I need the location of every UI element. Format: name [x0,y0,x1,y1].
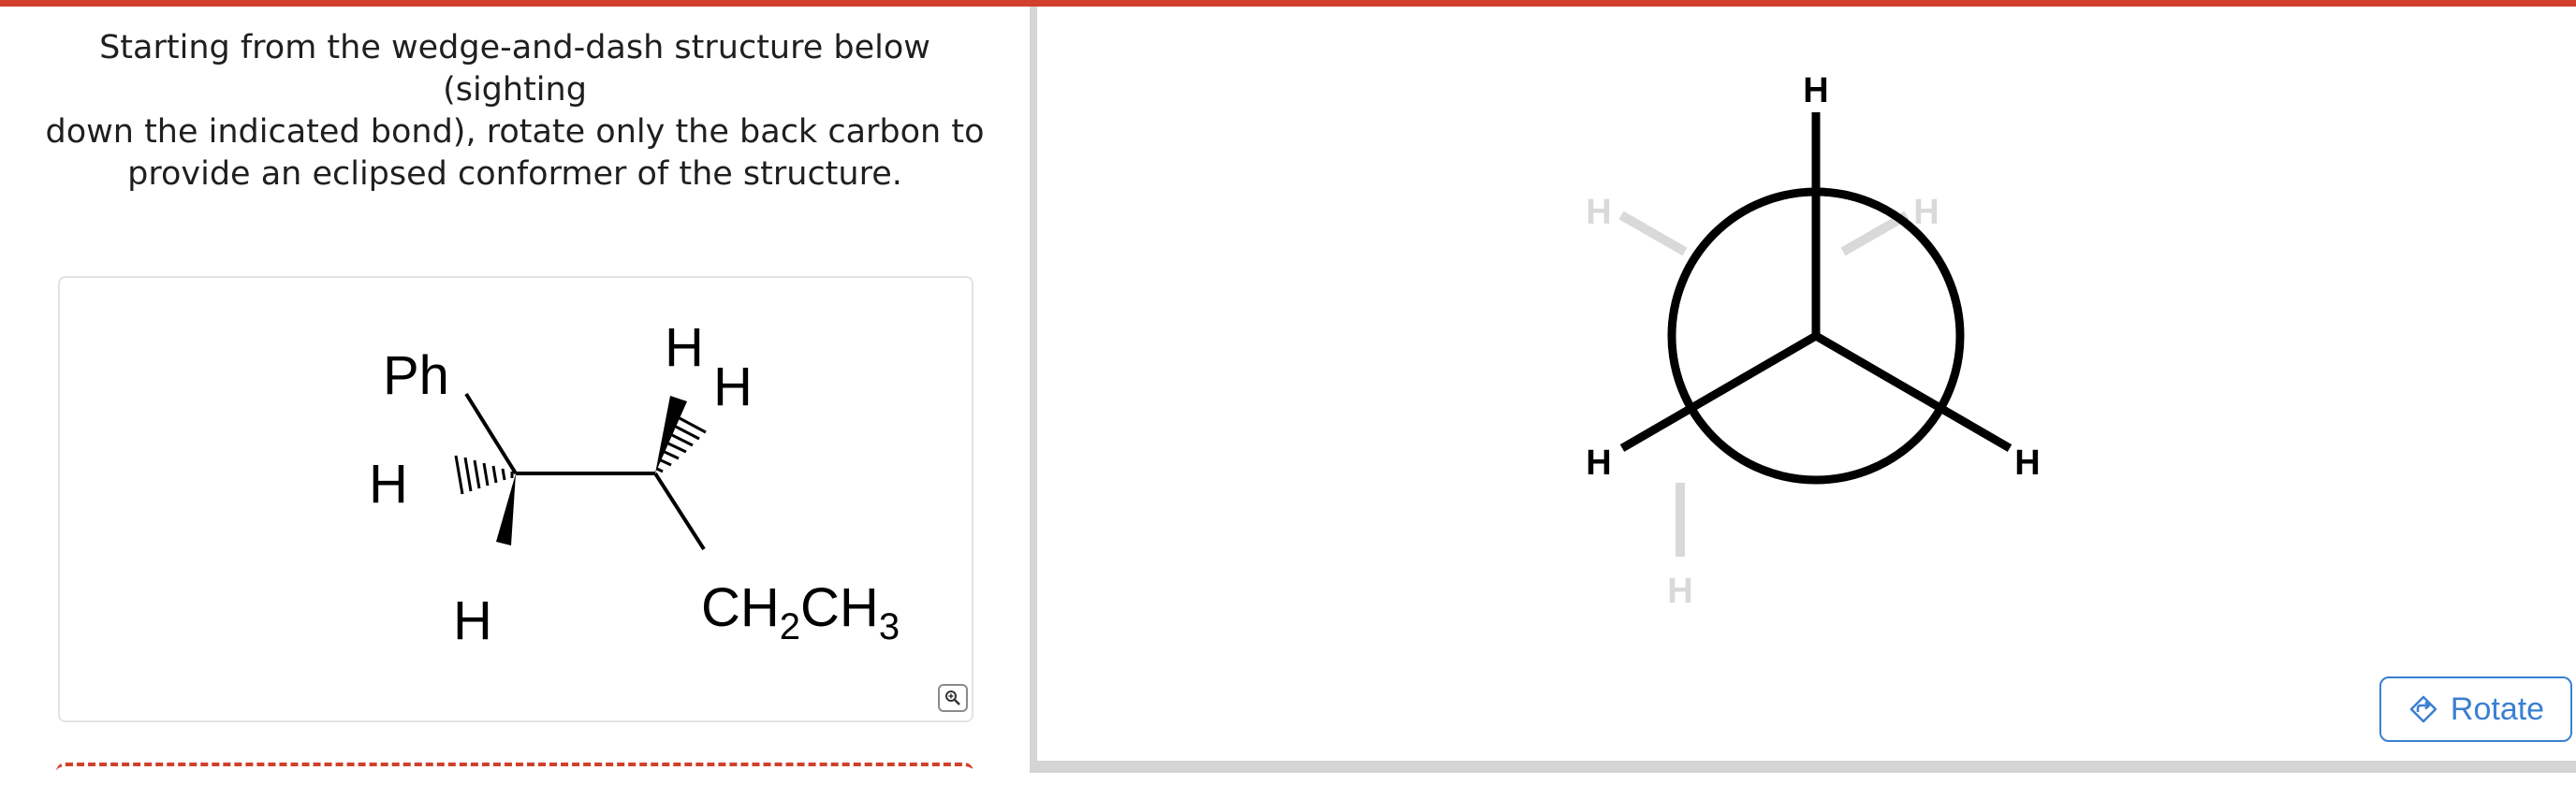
newman-workspace: H H H H H H [1037,7,2576,765]
wedge-bond-c2-h [655,396,687,473]
wedge-dash-structure: Ph H H H H CH2CH3 [369,317,900,651]
top-accent-bar [0,0,2576,7]
back-h-top-right: H [1913,193,1939,232]
wedge-dash-structure-panel: Ph H H H H CH2CH3 [58,276,973,722]
front-h-left: H [1586,443,1611,483]
answer-dropzone-edge [56,763,973,785]
phenyl-label: Ph [383,345,449,406]
h-top-right-label: H [713,356,753,417]
front-h-top: H [1803,71,1828,110]
back-h-bottom: H [1667,572,1692,611]
back-carbon-bonds[interactable] [1618,211,1910,557]
rotate-label: Rotate [2450,691,2545,727]
magnifier-icon [945,691,960,705]
wedge-bond-c1-h [496,473,516,545]
ethyl-label: CH2CH3 [701,577,900,647]
h-top-label: H [665,317,704,378]
rotate-icon [2409,695,2437,723]
front-h-right: H [2014,443,2040,483]
h-left-label: H [369,454,408,515]
zoom-button[interactable] [938,684,968,712]
bond-ethyl [653,472,706,551]
question-panel: Starting from the wedge-and-dash structu… [0,7,1030,773]
back-h-top-left: H [1586,193,1611,232]
hash-bond-c1-h [454,455,514,495]
panel-divider [1030,7,1037,773]
newman-projection: H H H H H H [1586,71,2040,611]
h-bottom-label: H [453,590,492,651]
workspace-bottom-border [1037,761,2576,773]
rotate-button[interactable]: Rotate [2379,676,2572,742]
